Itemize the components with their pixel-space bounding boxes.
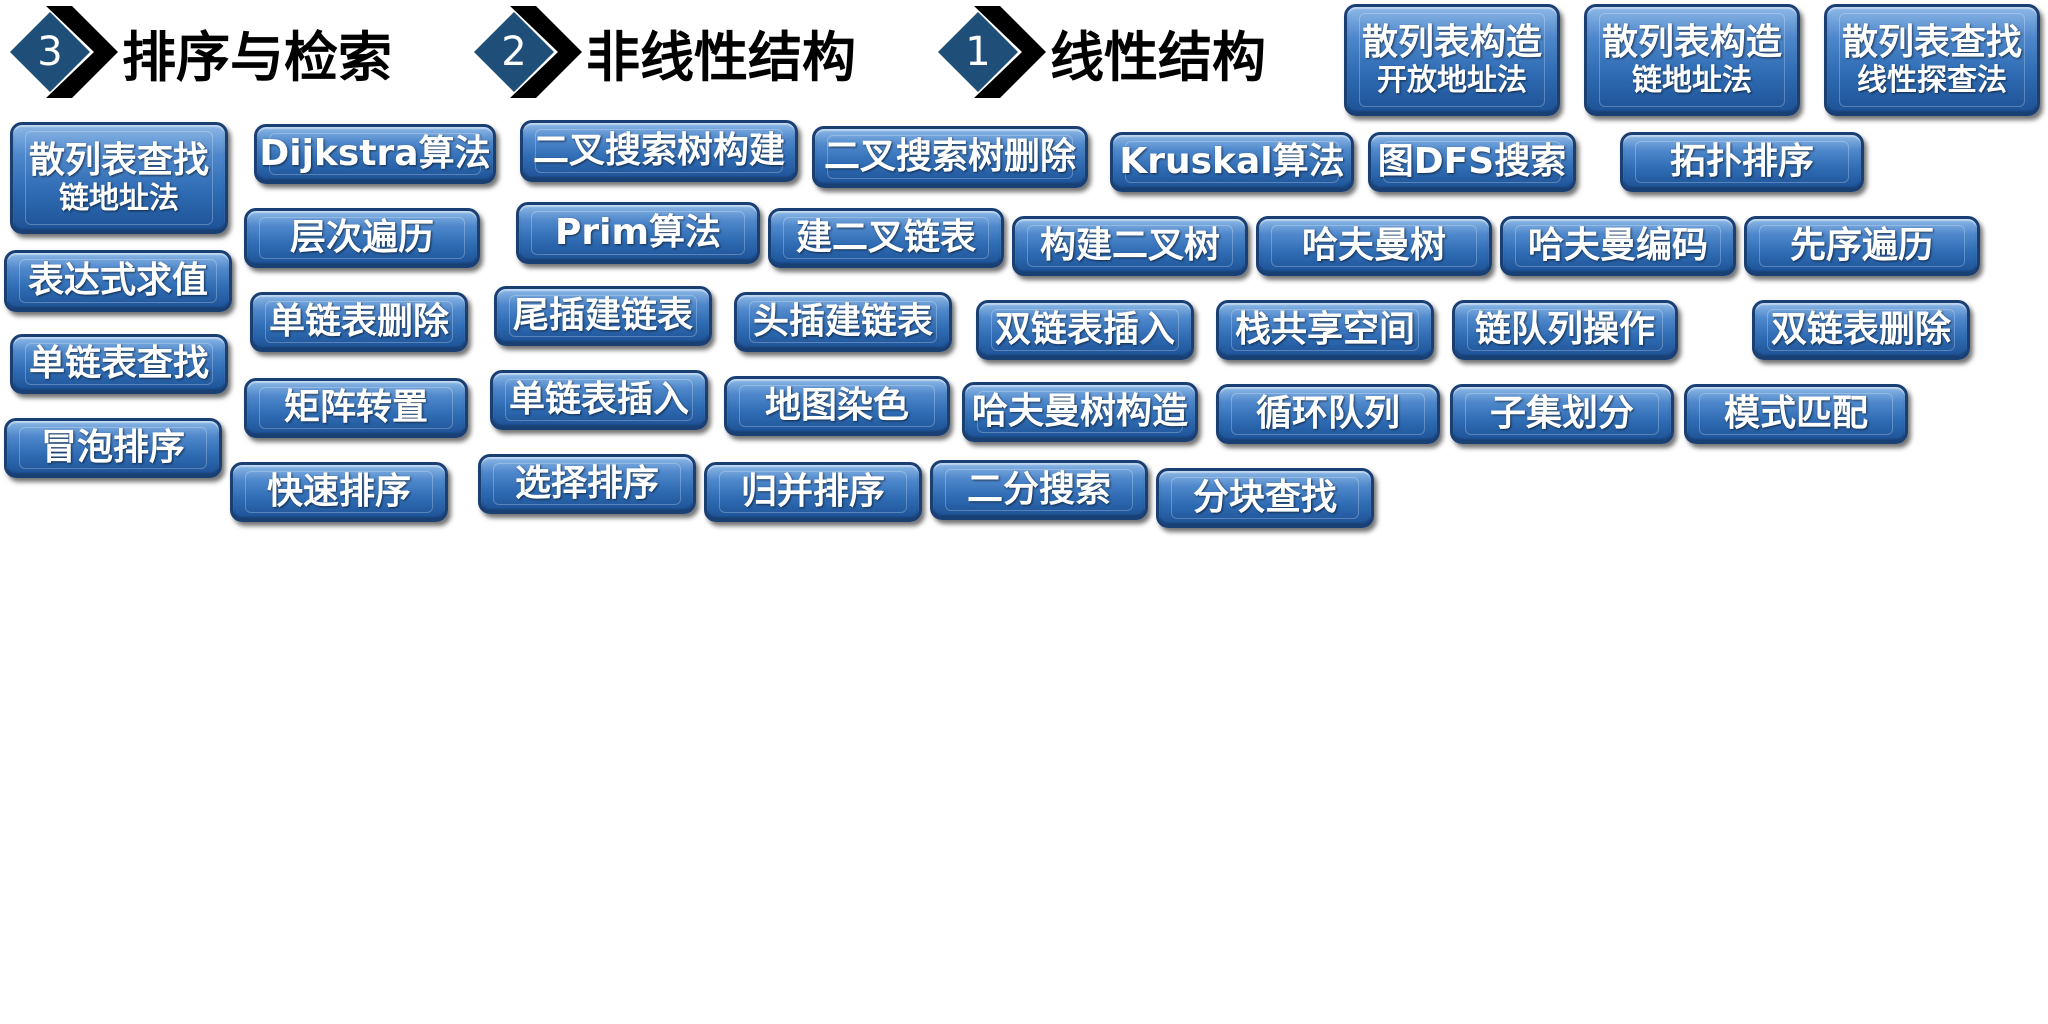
expression-evaluation-button[interactable]: 表达式求值	[4, 250, 232, 312]
button-label: 散列表查找	[1841, 22, 2022, 63]
button-label: 散列表查找	[28, 140, 209, 181]
button-sublabel: 链地址法	[1632, 63, 1752, 98]
section-linear-structure: 1 线性结构	[936, 4, 1266, 100]
button-label: 散列表构造	[1361, 22, 1542, 63]
huffman-coding-button[interactable]: 哈夫曼编码	[1500, 216, 1736, 276]
selection-sort-button[interactable]: 选择排序	[478, 454, 696, 514]
preorder-traversal-button[interactable]: 先序遍历	[1744, 216, 1980, 276]
section-title: 排序与检索	[122, 25, 392, 89]
singly-linked-list-search-button[interactable]: 单链表查找	[10, 334, 228, 394]
circular-queue-button[interactable]: 循环队列	[1216, 384, 1440, 444]
linked-queue-operation-button[interactable]: 链队列操作	[1452, 300, 1678, 360]
button-sublabel: 线性探查法	[1857, 63, 2007, 98]
subset-partition-button[interactable]: 子集划分	[1450, 384, 1674, 444]
merge-sort-button[interactable]: 归并排序	[704, 462, 922, 522]
section-number: 1	[965, 29, 991, 75]
prim-button[interactable]: Prim算法	[516, 202, 760, 264]
tail-insert-build-list-button[interactable]: 尾插建链表	[494, 286, 712, 346]
dijkstra-button[interactable]: Dijkstra算法	[254, 124, 496, 184]
head-insert-build-list-button[interactable]: 头插建链表	[734, 292, 952, 352]
section-nonlinear-structure: 2 非线性结构	[472, 4, 856, 100]
section-sorting-searching: 3 排序与检索	[8, 4, 392, 100]
huffman-tree-button[interactable]: 哈夫曼树	[1256, 216, 1492, 276]
singly-linked-list-delete-button[interactable]: 单链表删除	[250, 292, 468, 352]
section-title: 线性结构	[1050, 25, 1266, 89]
section-number: 3	[37, 29, 63, 75]
huffman-tree-construct-button[interactable]: 哈夫曼树构造	[962, 382, 1198, 442]
section-number-badge: 1	[936, 4, 1046, 100]
map-coloring-button[interactable]: 地图染色	[724, 376, 950, 436]
button-sublabel: 开放地址法	[1377, 63, 1527, 98]
binary-search-button[interactable]: 二分搜索	[930, 460, 1148, 520]
level-order-traversal-button[interactable]: 层次遍历	[244, 208, 480, 268]
shared-stack-space-button[interactable]: 栈共享空间	[1216, 300, 1434, 360]
hash-construct-chaining-button[interactable]: 散列表构造 链地址法	[1584, 4, 1800, 116]
hash-construct-open-addressing-button[interactable]: 散列表构造 开放地址法	[1344, 4, 1560, 116]
button-sublabel: 链地址法	[59, 181, 179, 216]
bubble-sort-button[interactable]: 冒泡排序	[4, 418, 222, 478]
quick-sort-button[interactable]: 快速排序	[230, 462, 448, 522]
kruskal-button[interactable]: Kruskal算法	[1110, 132, 1354, 192]
section-number-badge: 3	[8, 4, 118, 100]
section-title: 非线性结构	[586, 25, 856, 89]
bst-build-button[interactable]: 二叉搜索树构建	[520, 120, 798, 182]
matrix-transpose-button[interactable]: 矩阵转置	[244, 378, 468, 438]
topological-sort-button[interactable]: 拓扑排序	[1620, 132, 1864, 192]
section-number: 2	[501, 29, 527, 75]
construct-binary-tree-button[interactable]: 构建二叉树	[1012, 216, 1248, 276]
pattern-matching-button[interactable]: 模式匹配	[1684, 384, 1908, 444]
graph-dfs-button[interactable]: 图DFS搜索	[1368, 132, 1576, 192]
button-label: 散列表构造	[1601, 22, 1782, 63]
singly-linked-list-insert-button[interactable]: 单链表插入	[490, 370, 708, 430]
bst-delete-button[interactable]: 二叉搜索树删除	[812, 126, 1088, 188]
hash-search-linear-probing-button[interactable]: 散列表查找 线性探查法	[1824, 4, 2040, 116]
section-number-badge: 2	[472, 4, 582, 100]
doubly-linked-list-insert-button[interactable]: 双链表插入	[976, 300, 1194, 360]
block-search-button[interactable]: 分块查找	[1156, 468, 1374, 528]
doubly-linked-list-delete-button[interactable]: 双链表删除	[1752, 300, 1970, 360]
build-binary-linked-list-button[interactable]: 建二叉链表	[768, 208, 1004, 268]
hash-search-chaining-button[interactable]: 散列表查找 链地址法	[10, 122, 228, 234]
